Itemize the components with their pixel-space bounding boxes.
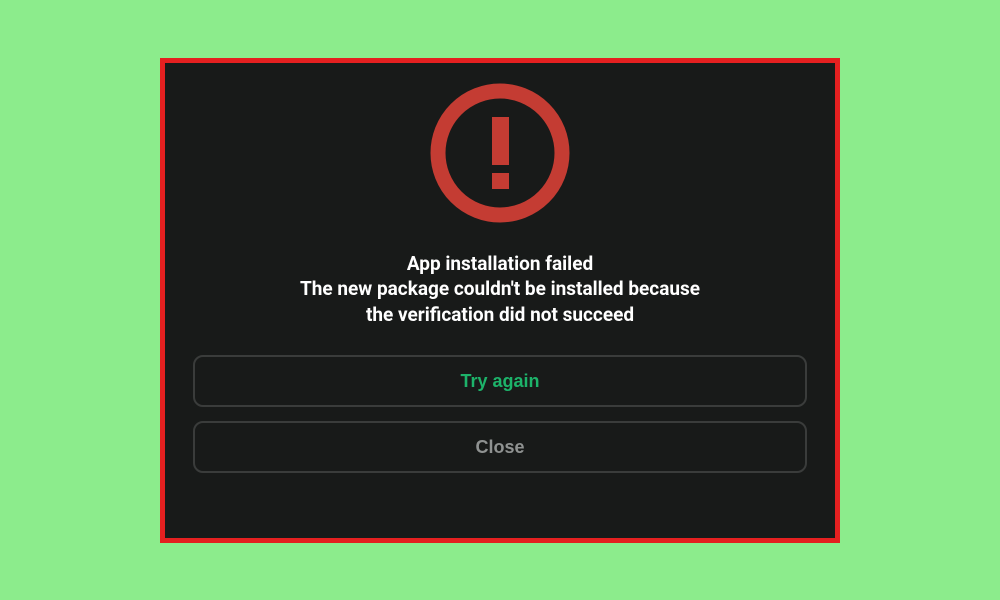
error-message: App installation failed The new package …	[300, 251, 700, 328]
error-icon	[422, 75, 578, 231]
close-button[interactable]: Close	[193, 421, 807, 473]
error-line-1: The new package couldn't be installed be…	[300, 276, 700, 302]
error-line-2: the verification did not succeed	[300, 302, 700, 328]
error-title: App installation failed	[300, 251, 700, 277]
try-again-button[interactable]: Try again	[193, 355, 807, 407]
error-dialog: App installation failed The new package …	[160, 58, 840, 543]
